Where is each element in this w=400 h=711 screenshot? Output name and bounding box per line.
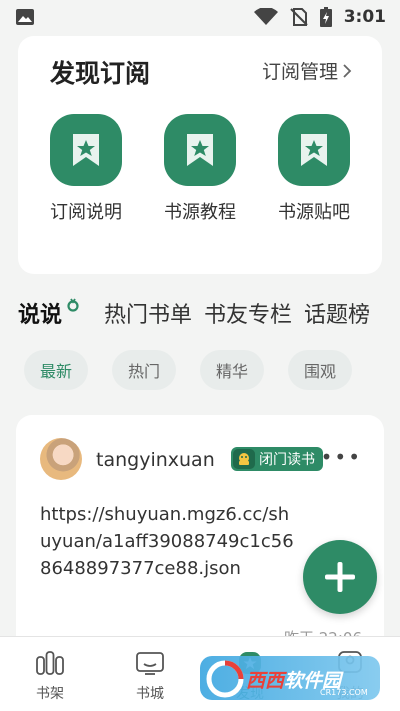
feature-source-forum[interactable]: 书源贴吧 [272,114,356,224]
chip-hot[interactable]: 热门 [112,350,176,390]
tab-hot-booklists[interactable]: 热门书单 [104,297,192,329]
chip-latest[interactable]: 最新 [24,350,88,390]
tab-shuoshuo[interactable]: 说说 [18,297,62,329]
tab-topics[interactable]: 话题榜 [304,297,370,329]
wifi-icon [253,8,278,25]
nav-bookstore[interactable]: 书城 [120,649,180,703]
user-badge: 闭门读书 [231,447,323,471]
bookmark-star-icon [50,114,122,186]
discover-title: 发现订阅 [50,59,151,88]
chip-watching[interactable]: 围观 [288,350,352,390]
bookmark-star-icon [164,114,236,186]
status-time: 3:01 [343,7,386,27]
feature-label: 书源教程 [164,202,236,223]
more-options-icon[interactable]: ••• [321,445,362,469]
watermark: 西西软件园 CR173.COM [200,650,385,706]
discover-card: 发现订阅 订阅管理 订阅说明 书源教程 书源贴吧 [18,36,382,274]
post-card[interactable]: tangyinxuan 闭门读书 ••• https://shuyuan.mgz… [16,415,384,655]
active-tab-indicator-icon [67,298,79,312]
nav-label: 书城 [136,686,164,702]
avatar[interactable] [40,438,82,480]
feature-label: 书源贴吧 [278,202,350,223]
bookstore-icon [136,652,164,675]
nav-bookshelf[interactable]: 书架 [20,649,80,703]
add-post-button[interactable] [303,540,377,614]
badge-label: 闭门读书 [259,452,315,468]
image-notification-icon [16,9,34,25]
watermark-subtext: CR173.COM [320,688,368,697]
watermark-logo-icon [206,660,244,698]
feature-source-tutorial[interactable]: 书源教程 [158,114,242,224]
chevron-right-icon [343,63,352,78]
watermark-text-a: 西西 [246,670,285,692]
battery-charging-icon [319,7,332,27]
filter-chips: 最新 热门 精华 围观 [24,350,352,390]
post-content: https://shuyuan.mgz6.cc/shuyuan/a1aff390… [40,504,294,579]
content-tabs: 说说 热门书单 书友专栏 话题榜 [18,295,382,331]
plus-icon [325,562,355,592]
bookmark-star-icon [278,114,350,186]
bookshelf-icon [36,651,64,675]
post-username[interactable]: tangyinxuan [96,449,215,471]
badge-icon [233,449,255,469]
feature-subscription-guide[interactable]: 订阅说明 [44,114,128,224]
subscription-manage-link[interactable]: 订阅管理 [262,57,352,84]
nav-label: 书架 [36,686,64,702]
tab-reader-columns[interactable]: 书友专栏 [204,297,292,329]
no-sim-icon [289,8,308,26]
chip-featured[interactable]: 精华 [200,350,264,390]
subscription-manage-label: 订阅管理 [261,61,338,83]
status-bar: 3:01 [0,0,400,34]
feature-label: 订阅说明 [50,202,122,223]
